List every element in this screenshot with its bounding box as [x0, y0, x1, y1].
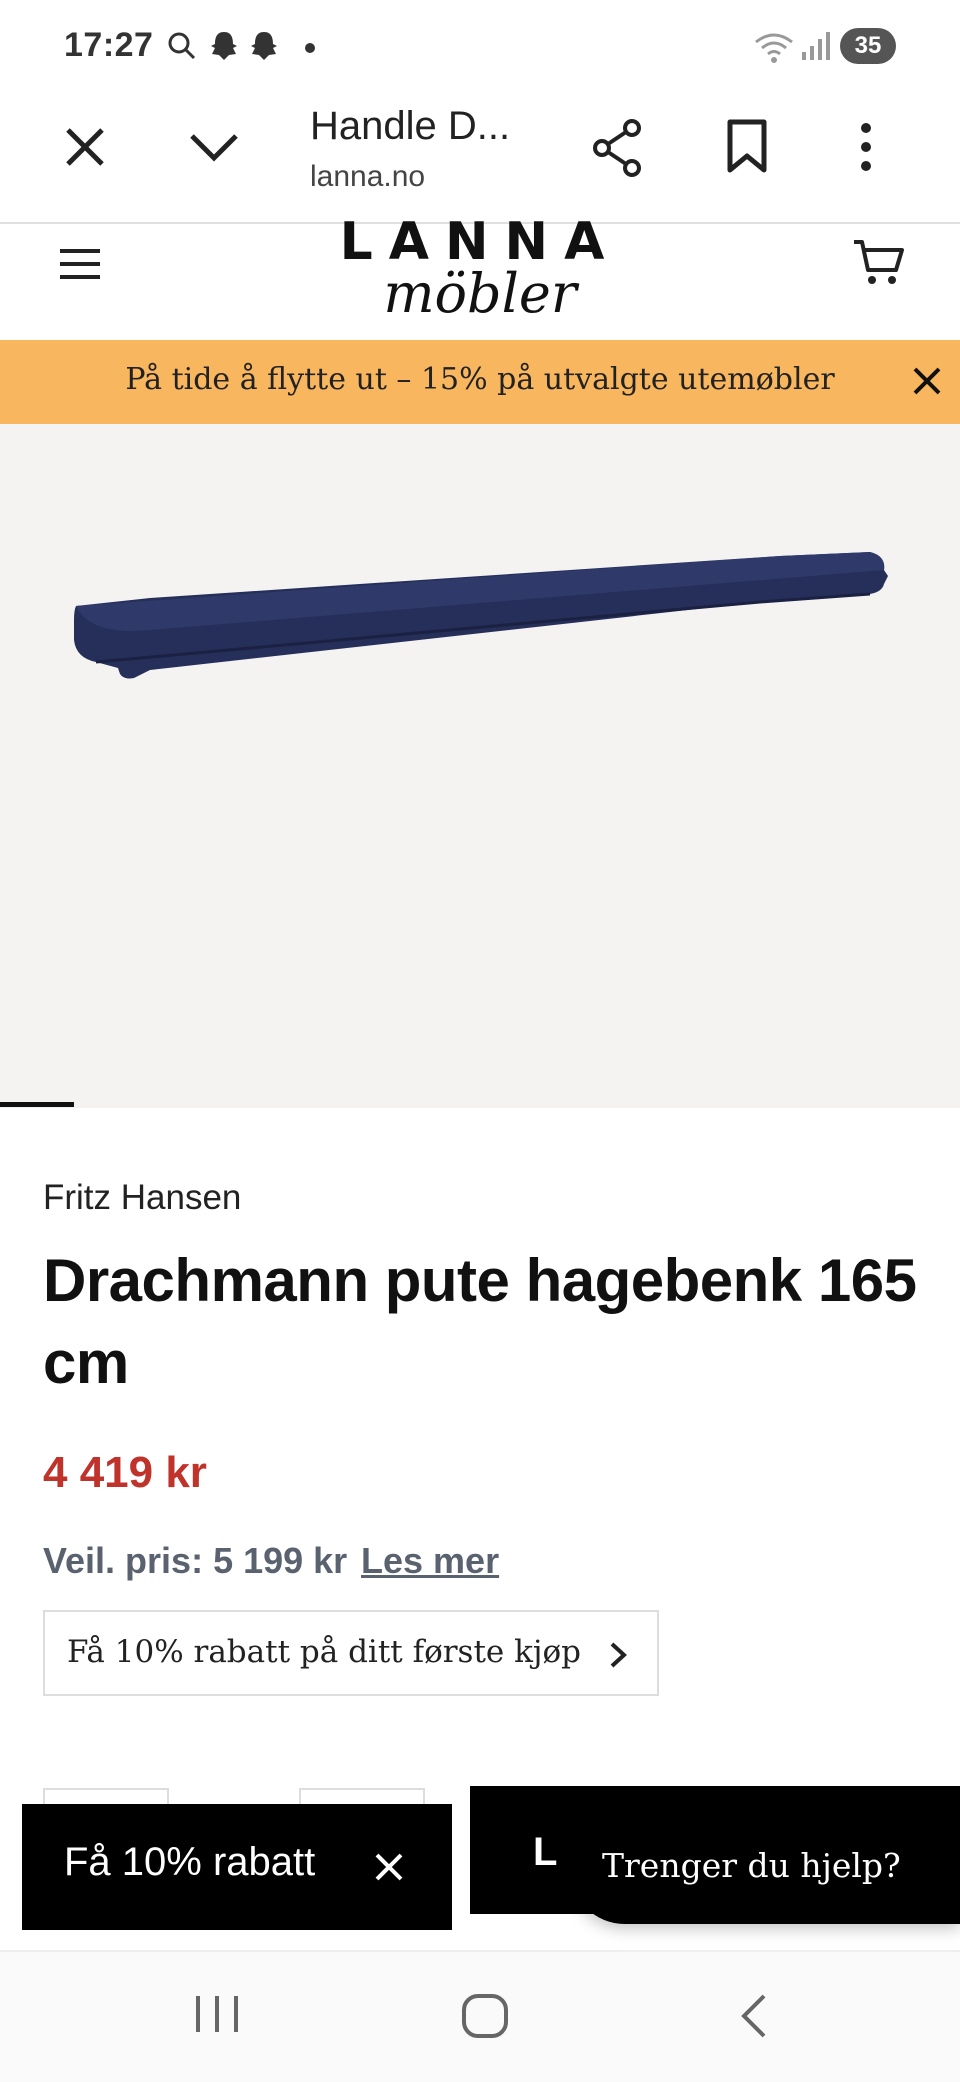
- chevron-down-icon: [186, 124, 242, 170]
- product-image[interactable]: [0, 424, 960, 1108]
- home-icon: [460, 1992, 510, 2040]
- cart-button[interactable]: [852, 236, 906, 290]
- product-price: 4 419 kr: [43, 1448, 207, 1497]
- back-button[interactable]: [734, 1992, 774, 2040]
- cushion-illustration: [74, 552, 888, 679]
- status-time: 17:27: [64, 26, 154, 64]
- close-icon: [910, 364, 944, 398]
- snapchat-icon: [208, 30, 240, 64]
- chevron-right-icon: [606, 1638, 630, 1672]
- logo-subtitle: möbler: [383, 262, 577, 325]
- add-to-cart-label: L: [533, 1830, 558, 1874]
- brand-name[interactable]: Fritz Hansen: [43, 1178, 241, 1218]
- dot-icon: [304, 42, 316, 54]
- minimize-button[interactable]: [186, 124, 242, 170]
- more-vertical-icon: [858, 122, 874, 172]
- hamburger-icon: [58, 246, 102, 282]
- gallery-indicator: [0, 1102, 74, 1107]
- page-domain: lanna.no: [310, 160, 426, 193]
- discount-offer-text: Få 10% rabatt på ditt første kjøp: [67, 1634, 582, 1670]
- close-icon: [60, 122, 110, 172]
- close-tab-button[interactable]: [60, 122, 110, 172]
- home-button[interactable]: [460, 1992, 510, 2040]
- search-icon: [166, 30, 198, 62]
- discount-popup-close-button[interactable]: [372, 1850, 406, 1884]
- share-button[interactable]: [590, 118, 646, 178]
- promo-close-button[interactable]: [910, 364, 944, 398]
- snapchat-icon: [248, 30, 280, 64]
- recommended-price: Veil. pris: 5 199 kr: [43, 1540, 348, 1581]
- menu-button[interactable]: [58, 246, 102, 282]
- bookmark-button[interactable]: [724, 118, 770, 174]
- promo-text: På tide å flytte ut – 15% på utvalgte ut…: [125, 362, 835, 397]
- battery-indicator: 35: [840, 28, 896, 64]
- recent-apps-icon: [190, 1992, 244, 2036]
- bookmark-icon: [724, 118, 770, 174]
- recent-apps-button[interactable]: [190, 1992, 244, 2036]
- product-title: Drachmann pute hagebenk 165 cm: [43, 1247, 917, 1396]
- wifi-icon: [754, 30, 794, 64]
- help-chat-label: Trenger du hjelp?: [602, 1846, 901, 1885]
- cart-icon: [852, 236, 906, 290]
- close-icon: [372, 1850, 406, 1884]
- share-icon: [590, 118, 646, 178]
- back-icon: [734, 1992, 774, 2040]
- discount-popup-label: Få 10% rabatt: [64, 1840, 316, 1884]
- page-title: Handle D...: [310, 104, 511, 148]
- read-more-link[interactable]: Les mer: [361, 1540, 499, 1582]
- signal-icon: [800, 30, 830, 62]
- more-options-button[interactable]: [858, 122, 874, 172]
